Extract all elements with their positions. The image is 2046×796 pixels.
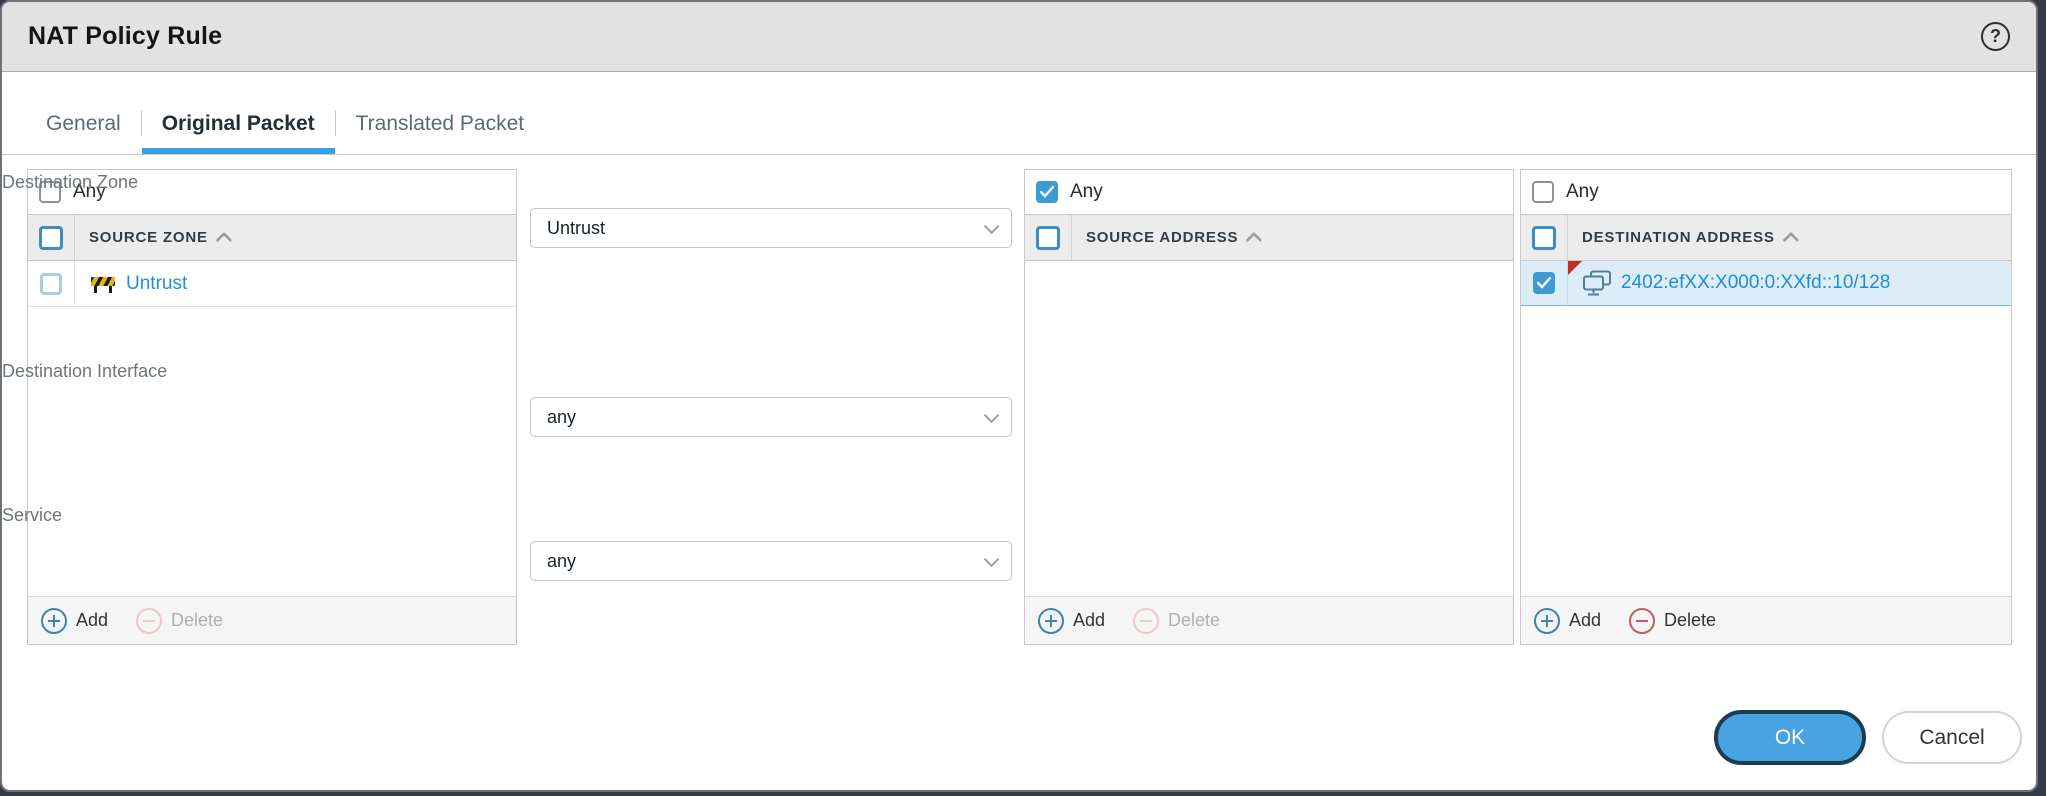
destination-address-column-header: DESTINATION ADDRESS bbox=[1521, 215, 2011, 261]
sort-ascending-icon bbox=[1782, 231, 1799, 248]
service-value: any bbox=[547, 551, 576, 572]
service-select[interactable]: any bbox=[530, 541, 1012, 581]
source-address-select-all-checkbox[interactable] bbox=[1036, 226, 1060, 250]
destination-address-select-all-checkbox[interactable] bbox=[1532, 226, 1556, 250]
page-title: NAT Policy Rule bbox=[28, 22, 222, 51]
row-checkbox[interactable] bbox=[40, 273, 62, 295]
delete-minus-icon bbox=[1629, 608, 1655, 634]
sort-ascending-icon bbox=[1246, 231, 1263, 248]
destination-interface-label: Destination Interface bbox=[2, 361, 167, 382]
source-address-any-row: Any bbox=[1025, 170, 1513, 215]
destination-address-header-sort[interactable]: DESTINATION ADDRESS bbox=[1568, 215, 1799, 260]
address-link[interactable]: 2402:efXX:X000:0:XXfd::10/128 bbox=[1621, 272, 1890, 294]
destination-interface-select[interactable]: any bbox=[530, 397, 1012, 437]
tab-original-packet[interactable]: Original Packet bbox=[142, 100, 335, 154]
any-label: Any bbox=[1070, 181, 1103, 203]
destination-address-any-row: Any bbox=[1521, 170, 2011, 215]
table-row[interactable]: Untrust bbox=[28, 261, 516, 307]
destination-zone-select[interactable]: Untrust bbox=[530, 208, 1012, 248]
source-address-header-sort[interactable]: SOURCE ADDRESS bbox=[1072, 215, 1262, 260]
destination-zone-value: Untrust bbox=[547, 218, 605, 239]
destination-address-any-checkbox[interactable] bbox=[1532, 181, 1554, 203]
zone-barrier-icon bbox=[89, 274, 117, 294]
destination-address-panel: Any DESTINATION ADDRESS bbox=[1520, 169, 2012, 645]
dialog-header: NAT Policy Rule ? bbox=[2, 2, 2036, 72]
destination-address-footer: Add Delete bbox=[1521, 596, 2011, 644]
row-checkbox[interactable] bbox=[1533, 272, 1555, 294]
add-plus-icon bbox=[1534, 608, 1560, 634]
source-zone-header-sort[interactable]: SOURCE ZONE bbox=[75, 215, 232, 260]
source-zone-select-all-checkbox[interactable] bbox=[39, 226, 63, 250]
add-button[interactable]: Add bbox=[41, 608, 108, 634]
source-zone-column-header: SOURCE ZONE bbox=[28, 215, 516, 261]
help-icon[interactable]: ? bbox=[1981, 22, 2010, 51]
delete-minus-icon bbox=[136, 608, 162, 634]
add-button[interactable]: Add bbox=[1038, 608, 1105, 634]
sort-ascending-icon bbox=[215, 231, 232, 248]
any-label: Any bbox=[1566, 181, 1599, 203]
column-header-label: SOURCE ADDRESS bbox=[1086, 229, 1238, 246]
add-button[interactable]: Add bbox=[1534, 608, 1601, 634]
ok-button[interactable]: OK bbox=[1714, 710, 1866, 765]
nat-policy-rule-dialog: NAT Policy Rule ? General Original Packe… bbox=[0, 0, 2038, 792]
column-header-label: DESTINATION ADDRESS bbox=[1582, 229, 1775, 246]
service-label: Service bbox=[2, 505, 62, 526]
chevron-down-icon bbox=[984, 551, 1000, 567]
table-row[interactable]: 2402:efXX:X000:0:XXfd::10/128 bbox=[1521, 261, 2011, 306]
chevron-down-icon bbox=[984, 218, 1000, 234]
cancel-button[interactable]: Cancel bbox=[1882, 711, 2022, 764]
destination-interface-value: any bbox=[547, 407, 576, 428]
source-zone-list: Untrust bbox=[28, 261, 516, 596]
source-address-any-checkbox[interactable] bbox=[1036, 181, 1058, 203]
column-header-label: SOURCE ZONE bbox=[89, 229, 208, 246]
address-host-icon bbox=[1582, 270, 1612, 297]
add-plus-icon bbox=[1038, 608, 1064, 634]
delete-minus-icon bbox=[1133, 608, 1159, 634]
tab-bar: General Original Packet Translated Packe… bbox=[2, 72, 2036, 155]
source-address-list bbox=[1025, 261, 1513, 596]
tab-translated-packet[interactable]: Translated Packet bbox=[336, 100, 544, 154]
source-address-footer: Add Delete bbox=[1025, 596, 1513, 644]
tab-general[interactable]: General bbox=[26, 100, 141, 154]
delete-button[interactable]: Delete bbox=[136, 608, 223, 634]
destination-zone-label: Destination Zone bbox=[2, 172, 138, 193]
source-zone-footer: Add Delete bbox=[28, 596, 516, 644]
source-address-column-header: SOURCE ADDRESS bbox=[1025, 215, 1513, 261]
source-zone-panel: Any SOURCE ZONE bbox=[27, 169, 517, 645]
source-address-panel: Any SOURCE ADDRESS Add Delete bbox=[1024, 169, 1514, 645]
destination-address-list: 2402:efXX:X000:0:XXfd::10/128 bbox=[1521, 261, 2011, 596]
delete-button[interactable]: Delete bbox=[1133, 608, 1220, 634]
delete-button[interactable]: Delete bbox=[1629, 608, 1716, 634]
add-plus-icon bbox=[41, 608, 67, 634]
modified-marker-icon bbox=[1568, 261, 1582, 275]
chevron-down-icon bbox=[984, 407, 1000, 423]
zone-link[interactable]: Untrust bbox=[126, 273, 187, 295]
